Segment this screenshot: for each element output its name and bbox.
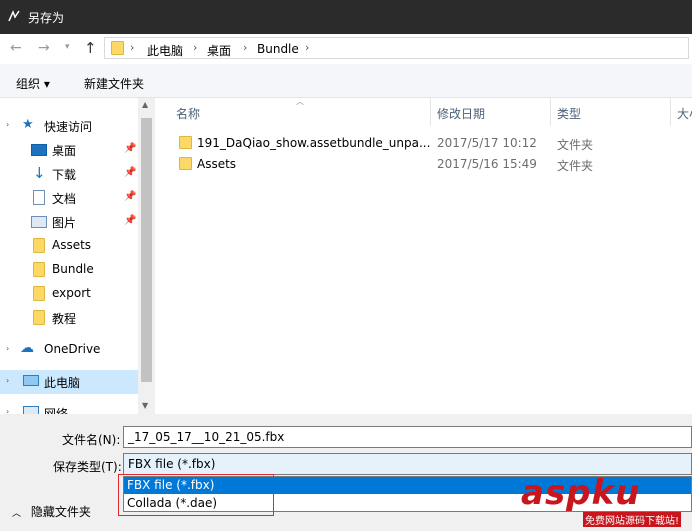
nav-this-pc[interactable]: › 此电脑 (0, 370, 138, 394)
folder-icon (33, 286, 45, 301)
star-icon: ★ (22, 117, 34, 132)
breadcrumb-bundle[interactable]: Bundle (257, 42, 299, 56)
column-divider[interactable] (550, 98, 551, 126)
nav-item-desktop[interactable]: 桌面 📌 (0, 138, 138, 162)
file-name: Assets (197, 157, 237, 171)
breadcrumb-separator-icon[interactable]: › (193, 41, 197, 54)
watermark-subtitle: 免费网站源码下载站! (583, 512, 682, 527)
window-title: 另存为 (28, 11, 65, 25)
nav-label: 图片 (52, 216, 77, 230)
annotation-highlight-box (118, 474, 274, 516)
filename-input[interactable]: _17_05_17__10_21_05.fbx (123, 426, 692, 448)
hide-folders-button[interactable]: ︿ 隐藏文件夹 (12, 503, 91, 520)
nav-label: 下载 (52, 168, 77, 182)
column-header-date[interactable]: 修改日期 (437, 105, 485, 133)
column-divider[interactable] (430, 98, 431, 126)
nav-item-assets[interactable]: Assets (0, 234, 138, 258)
recent-locations-chevron-icon[interactable]: ▾ (65, 42, 70, 52)
forward-arrow-icon[interactable]: → (38, 40, 50, 56)
back-arrow-icon[interactable]: ← (10, 40, 22, 56)
breadcrumb-this-pc[interactable]: 此电脑 (147, 42, 183, 59)
nav-item-downloads[interactable]: ↓ 下载 📌 (0, 162, 138, 186)
folder-icon (33, 310, 45, 325)
folder-icon (33, 262, 45, 277)
expand-chevron-icon[interactable]: › (6, 407, 9, 414)
document-icon (33, 190, 45, 205)
scroll-up-icon[interactable]: ▲ (142, 100, 148, 109)
folder-icon (179, 157, 192, 170)
file-type: 文件夹 (557, 138, 594, 152)
breadcrumb-separator-icon[interactable]: › (130, 41, 134, 54)
desktop-icon (31, 144, 47, 156)
chevron-up-icon: ︿ (12, 509, 22, 519)
nav-item-pictures[interactable]: 图片 📌 (0, 210, 138, 234)
pin-icon[interactable]: 📌 (124, 167, 136, 178)
breadcrumb-desktop[interactable]: 桌面 (207, 42, 231, 59)
cloud-icon: ☁ (20, 340, 34, 356)
breadcrumb-separator-icon[interactable]: › (305, 41, 309, 54)
scroll-down-icon[interactable]: ▼ (142, 401, 148, 410)
nav-quick-access[interactable]: › ★ 快速访问 (0, 114, 138, 138)
expand-chevron-icon[interactable]: › (6, 344, 9, 353)
file-row[interactable]: Assets 2017/5/16 15:49 文件夹 (170, 153, 692, 175)
breadcrumb-separator-icon[interactable]: › (243, 41, 247, 54)
file-name: 191_DaQiao_show.assetbundle_unpa... (197, 136, 431, 150)
pictures-icon (31, 216, 47, 228)
download-arrow-icon: ↓ (33, 164, 46, 182)
organize-button[interactable]: 组织 ▾ (16, 75, 50, 92)
nav-label: 网络 (44, 407, 69, 414)
computer-icon (23, 375, 39, 386)
expand-chevron-icon[interactable]: › (6, 376, 9, 385)
navigation-pane: › ★ 快速访问 桌面 📌 ↓ 下载 📌 文档 📌 图片 📌 Assets Bu… (0, 98, 155, 414)
filetype-select[interactable]: FBX file (*.fbx) (123, 453, 692, 475)
expand-chevron-icon[interactable]: › (6, 120, 9, 129)
nav-label: 桌面 (52, 144, 77, 158)
nav-network[interactable]: › 网络 (0, 401, 138, 414)
new-folder-button[interactable]: 新建文件夹 (84, 75, 144, 92)
network-icon (23, 406, 39, 414)
nav-label: Bundle (52, 262, 94, 276)
nav-onedrive[interactable]: › ☁ OneDrive (0, 338, 138, 362)
watermark-logo: aspku (521, 473, 641, 513)
nav-item-export[interactable]: export (0, 282, 138, 306)
nav-label: 此电脑 (44, 376, 81, 390)
address-bar[interactable]: › 此电脑 › 桌面 › Bundle › (104, 37, 689, 59)
filetype-label: 保存类型(T): (53, 460, 122, 474)
column-header-name[interactable]: 名称 (176, 105, 200, 133)
hide-folders-label: 隐藏文件夹 (30, 505, 91, 519)
nav-label: export (52, 286, 91, 300)
pin-icon[interactable]: 📌 (124, 215, 136, 226)
nav-label: 教程 (52, 312, 77, 326)
nav-label: 文档 (52, 192, 77, 206)
nav-scrollbar-thumb[interactable] (141, 118, 152, 382)
column-divider[interactable] (670, 98, 671, 126)
file-date: 2017/5/16 15:49 (437, 157, 537, 171)
nav-label: Assets (52, 238, 92, 252)
column-header-type[interactable]: 类型 (557, 105, 581, 133)
nav-item-bundle[interactable]: Bundle (0, 258, 138, 282)
nav-label: OneDrive (44, 342, 101, 356)
nav-item-documents[interactable]: 文档 📌 (0, 186, 138, 210)
up-arrow-icon[interactable]: ↑ (84, 39, 97, 57)
save-as-icon (8, 10, 20, 22)
nav-label: 快速访问 (44, 120, 93, 134)
pin-icon[interactable]: 📌 (124, 191, 136, 202)
file-row[interactable]: 191_DaQiao_show.assetbundle_unpa... 2017… (170, 132, 692, 154)
title-bar: 另存为 (0, 0, 692, 34)
filename-label: 文件名(N): (62, 433, 121, 447)
folder-icon (33, 238, 45, 253)
file-date: 2017/5/17 10:12 (437, 136, 537, 150)
column-header-size[interactable]: 大小 (677, 105, 692, 133)
folder-icon (111, 41, 124, 55)
folder-icon (179, 136, 192, 149)
sort-ascending-icon: ︿ (296, 97, 304, 106)
file-type: 文件夹 (557, 159, 594, 173)
nav-item-tutorials[interactable]: 教程 (0, 306, 138, 330)
pin-icon[interactable]: 📌 (124, 143, 136, 154)
